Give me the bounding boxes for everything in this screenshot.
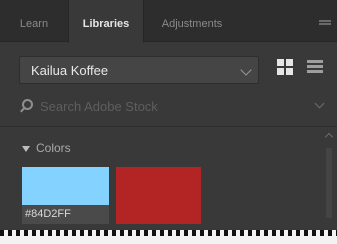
search-input[interactable] xyxy=(40,95,310,117)
disclosure-triangle-icon xyxy=(22,146,30,152)
library-dropdown[interactable]: Kailua Koffee xyxy=(19,56,259,84)
grid-view-icon[interactable] xyxy=(277,59,293,75)
color-swatch-light-blue[interactable]: #84D2FF xyxy=(22,167,109,224)
scroll-up-arrow-icon[interactable] xyxy=(324,132,334,142)
color-swatch-red[interactable] xyxy=(116,167,201,224)
library-dropdown-value: Kailua Koffee xyxy=(31,63,109,78)
panel-menu-icon[interactable] xyxy=(319,20,331,28)
libraries-panel: Learn Libraries Adjustments Kailua Koffe… xyxy=(0,0,337,244)
chevron-down-icon xyxy=(240,64,252,76)
list-view-icon[interactable] xyxy=(307,59,323,75)
stock-search-bar xyxy=(0,92,337,120)
search-options-chevron-icon[interactable] xyxy=(314,98,325,109)
tab-learn[interactable]: Learn xyxy=(10,0,58,42)
search-icon xyxy=(22,99,33,110)
tab-adjustments[interactable]: Adjustments xyxy=(150,0,234,42)
panel-tab-bar: Learn Libraries Adjustments xyxy=(0,0,337,43)
tab-libraries[interactable]: Libraries xyxy=(68,0,144,43)
color-swatch-hex-label: #84D2FF xyxy=(22,205,109,224)
scrollbar-thumb[interactable] xyxy=(326,148,332,218)
torn-edge-decoration xyxy=(0,230,337,244)
colors-section-title: Colors xyxy=(36,141,71,155)
scrollbar[interactable] xyxy=(324,130,334,230)
divider xyxy=(0,126,337,127)
